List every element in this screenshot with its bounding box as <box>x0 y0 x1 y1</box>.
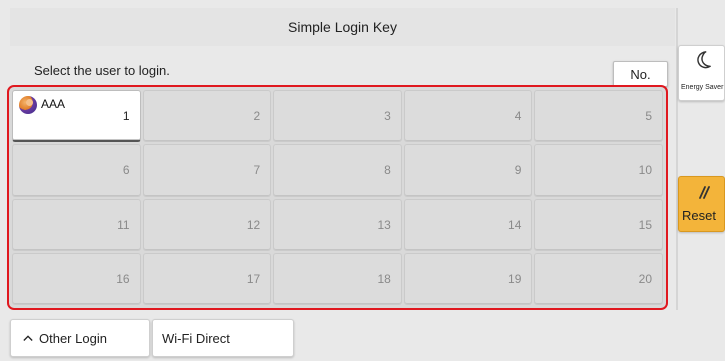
login-key-number: 1 <box>122 108 130 123</box>
login-key-16[interactable]: 16 <box>12 252 141 305</box>
page-title-text: Simple Login Key <box>288 19 397 35</box>
wifi-direct-label: Wi-Fi Direct <box>162 330 230 346</box>
other-login-label: Other Login <box>39 330 107 346</box>
login-key-number: 15 <box>638 217 652 232</box>
login-key-14[interactable]: 14 <box>403 198 533 251</box>
login-key-number: 7 <box>253 163 261 178</box>
login-key-number: 4 <box>514 109 522 124</box>
login-key-7[interactable]: 7 <box>142 144 272 197</box>
login-key-number: 9 <box>514 163 522 178</box>
login-key-9[interactable]: 9 <box>403 144 533 197</box>
login-key-8[interactable]: 8 <box>273 144 402 197</box>
login-key-number: 17 <box>246 271 261 286</box>
key-grid: AAA 1 2 3 4 5 6 7 8 9 10 11 12 13 14 15 16 17 18 19 20 <box>12 90 663 305</box>
login-key-13[interactable]: 13 <box>273 198 402 251</box>
reset-label: Reset <box>682 208 716 223</box>
wifi-direct-button[interactable]: Wi-Fi Direct <box>152 319 294 357</box>
chevron-up-icon <box>23 335 33 341</box>
login-key-number: 16 <box>116 271 130 286</box>
login-key-2[interactable]: 2 <box>142 90 272 143</box>
number-button[interactable]: No. <box>613 61 668 87</box>
login-key-5[interactable]: 5 <box>534 90 663 143</box>
simple-login-key-grid: AAA 1 2 3 4 5 6 7 8 9 10 11 12 13 14 15 16 17 18 19 20 <box>7 85 668 310</box>
login-key-17[interactable]: 17 <box>142 252 272 305</box>
login-key-15[interactable]: 15 <box>534 198 663 251</box>
login-key-12[interactable]: 12 <box>142 198 272 251</box>
login-key-1[interactable]: AAA 1 <box>12 90 141 143</box>
reset-slash-icon <box>699 186 710 199</box>
login-key-number: 19 <box>508 271 522 286</box>
login-screen: Simple Login Key Select the user to logi… <box>0 0 725 361</box>
page-title: Simple Login Key <box>10 8 675 46</box>
energy-saver-label: Energy Saver <box>681 84 724 91</box>
login-key-number: 5 <box>645 109 652 124</box>
login-key-number: 10 <box>638 163 652 178</box>
login-key-3[interactable]: 3 <box>273 90 402 143</box>
login-key-number: 14 <box>508 217 522 232</box>
login-key-11[interactable]: 11 <box>12 198 141 251</box>
login-key-19[interactable]: 19 <box>403 252 533 305</box>
login-key-number: 20 <box>638 271 652 286</box>
other-login-button[interactable]: Other Login <box>10 319 150 357</box>
login-key-number: 13 <box>377 217 391 232</box>
login-key-number: 3 <box>384 109 391 124</box>
energy-saver-button[interactable]: Energy Saver <box>678 45 725 101</box>
login-key-number: 12 <box>246 217 261 232</box>
login-instruction: Select the user to login. <box>34 63 170 78</box>
login-key-18[interactable]: 18 <box>273 252 402 305</box>
login-key-20[interactable]: 20 <box>534 252 663 305</box>
login-key-number: 11 <box>117 217 130 232</box>
user-avatar-icon <box>19 96 37 114</box>
login-key-6[interactable]: 6 <box>12 144 141 197</box>
login-key-user-name: AAA <box>41 97 66 111</box>
reset-button[interactable]: Reset <box>678 176 725 232</box>
login-key-number: 18 <box>377 271 391 286</box>
login-key-number: 8 <box>384 163 391 178</box>
moon-icon <box>697 51 711 69</box>
login-key-number: 6 <box>122 163 130 178</box>
login-key-4[interactable]: 4 <box>403 90 533 143</box>
login-key-number: 2 <box>253 109 261 124</box>
login-key-10[interactable]: 10 <box>534 144 663 197</box>
